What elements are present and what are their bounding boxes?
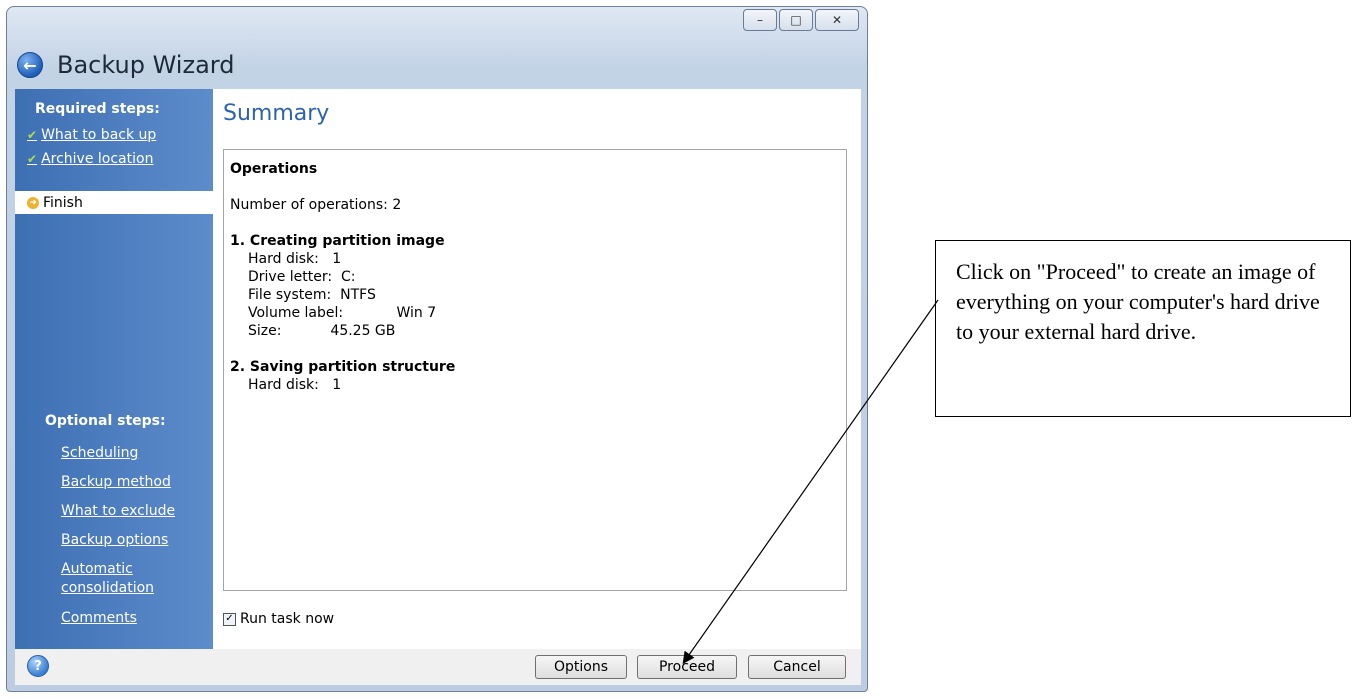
- step-automatic[interactable]: Automatic: [61, 560, 133, 579]
- step-what-to-exclude[interactable]: What to exclude: [61, 502, 175, 521]
- window-controls: – □ ✕: [743, 9, 859, 31]
- page-title: Summary: [223, 101, 330, 126]
- step-backup-method[interactable]: Backup method: [61, 473, 171, 492]
- op1-size: Size: 45.25 GB: [248, 323, 396, 339]
- step-backup-options[interactable]: Backup options: [61, 531, 168, 550]
- checkmark-icon: ✔: [27, 152, 38, 166]
- required-steps-heading: Required steps:: [35, 101, 160, 117]
- window-title: Backup Wizard: [57, 51, 235, 79]
- wizard-content: Required steps: ✔ What to back up ✔ Arch…: [15, 89, 861, 649]
- summary-panel: Summary Operations Number of operations:…: [213, 89, 861, 649]
- op1-hard-disk: Hard disk: 1: [248, 251, 342, 267]
- close-button[interactable]: ✕: [815, 9, 859, 31]
- run-task-now-row[interactable]: ✓ Run task now: [223, 611, 334, 627]
- run-task-now-label: Run task now: [240, 611, 335, 627]
- button-bar: ? Options Proceed Cancel: [15, 649, 861, 685]
- maximize-button[interactable]: □: [779, 9, 813, 31]
- step-comments[interactable]: Comments: [61, 609, 137, 628]
- operations-box: Operations Number of operations: 2 1. Cr…: [223, 149, 847, 591]
- step-archive-location[interactable]: ✔ Archive location: [27, 151, 153, 167]
- step-scheduling[interactable]: Scheduling: [61, 444, 138, 463]
- operations-count: Number of operations: 2: [230, 197, 402, 213]
- checkmark-icon: ✔: [27, 128, 38, 142]
- help-icon[interactable]: ?: [27, 655, 49, 677]
- op1-drive-letter: Drive letter: C:: [248, 269, 356, 285]
- title-bar: ← Backup Wizard: [7, 45, 867, 91]
- back-arrow-icon[interactable]: ←: [17, 52, 43, 78]
- steps-sidebar: Required steps: ✔ What to back up ✔ Arch…: [15, 89, 213, 649]
- optional-steps-heading: Optional steps:: [45, 413, 166, 429]
- step-label: Finish: [43, 194, 83, 211]
- minimize-button[interactable]: –: [743, 9, 777, 31]
- operations-heading: Operations: [230, 161, 318, 177]
- step-finish[interactable]: ➜ Finish: [15, 191, 213, 214]
- step-what-to-back-up[interactable]: ✔ What to back up: [27, 127, 156, 143]
- op1-volume-label: Volume label: Win 7: [248, 305, 437, 321]
- current-step-arrow-icon: ➜: [27, 196, 39, 209]
- step-consolidation[interactable]: consolidation: [61, 579, 154, 598]
- cancel-button[interactable]: Cancel: [748, 655, 846, 679]
- proceed-button[interactable]: Proceed: [637, 655, 737, 679]
- op2-hard-disk: Hard disk: 1: [248, 377, 342, 393]
- step-label: What to back up: [41, 127, 157, 143]
- operation-1-title: 1. Creating partition image: [230, 233, 445, 249]
- run-task-now-checkbox[interactable]: ✓: [223, 612, 236, 626]
- op1-file-system: File system: NTFS: [248, 287, 376, 303]
- step-label: Archive location: [41, 151, 154, 167]
- backup-wizard-window: – □ ✕ ← Backup Wizard Required steps: ✔ …: [6, 6, 868, 692]
- options-button[interactable]: Options: [535, 655, 627, 679]
- annotation-callout: Click on "Proceed" to create an image of…: [935, 240, 1351, 417]
- operation-2-title: 2. Saving partition structure: [230, 359, 456, 375]
